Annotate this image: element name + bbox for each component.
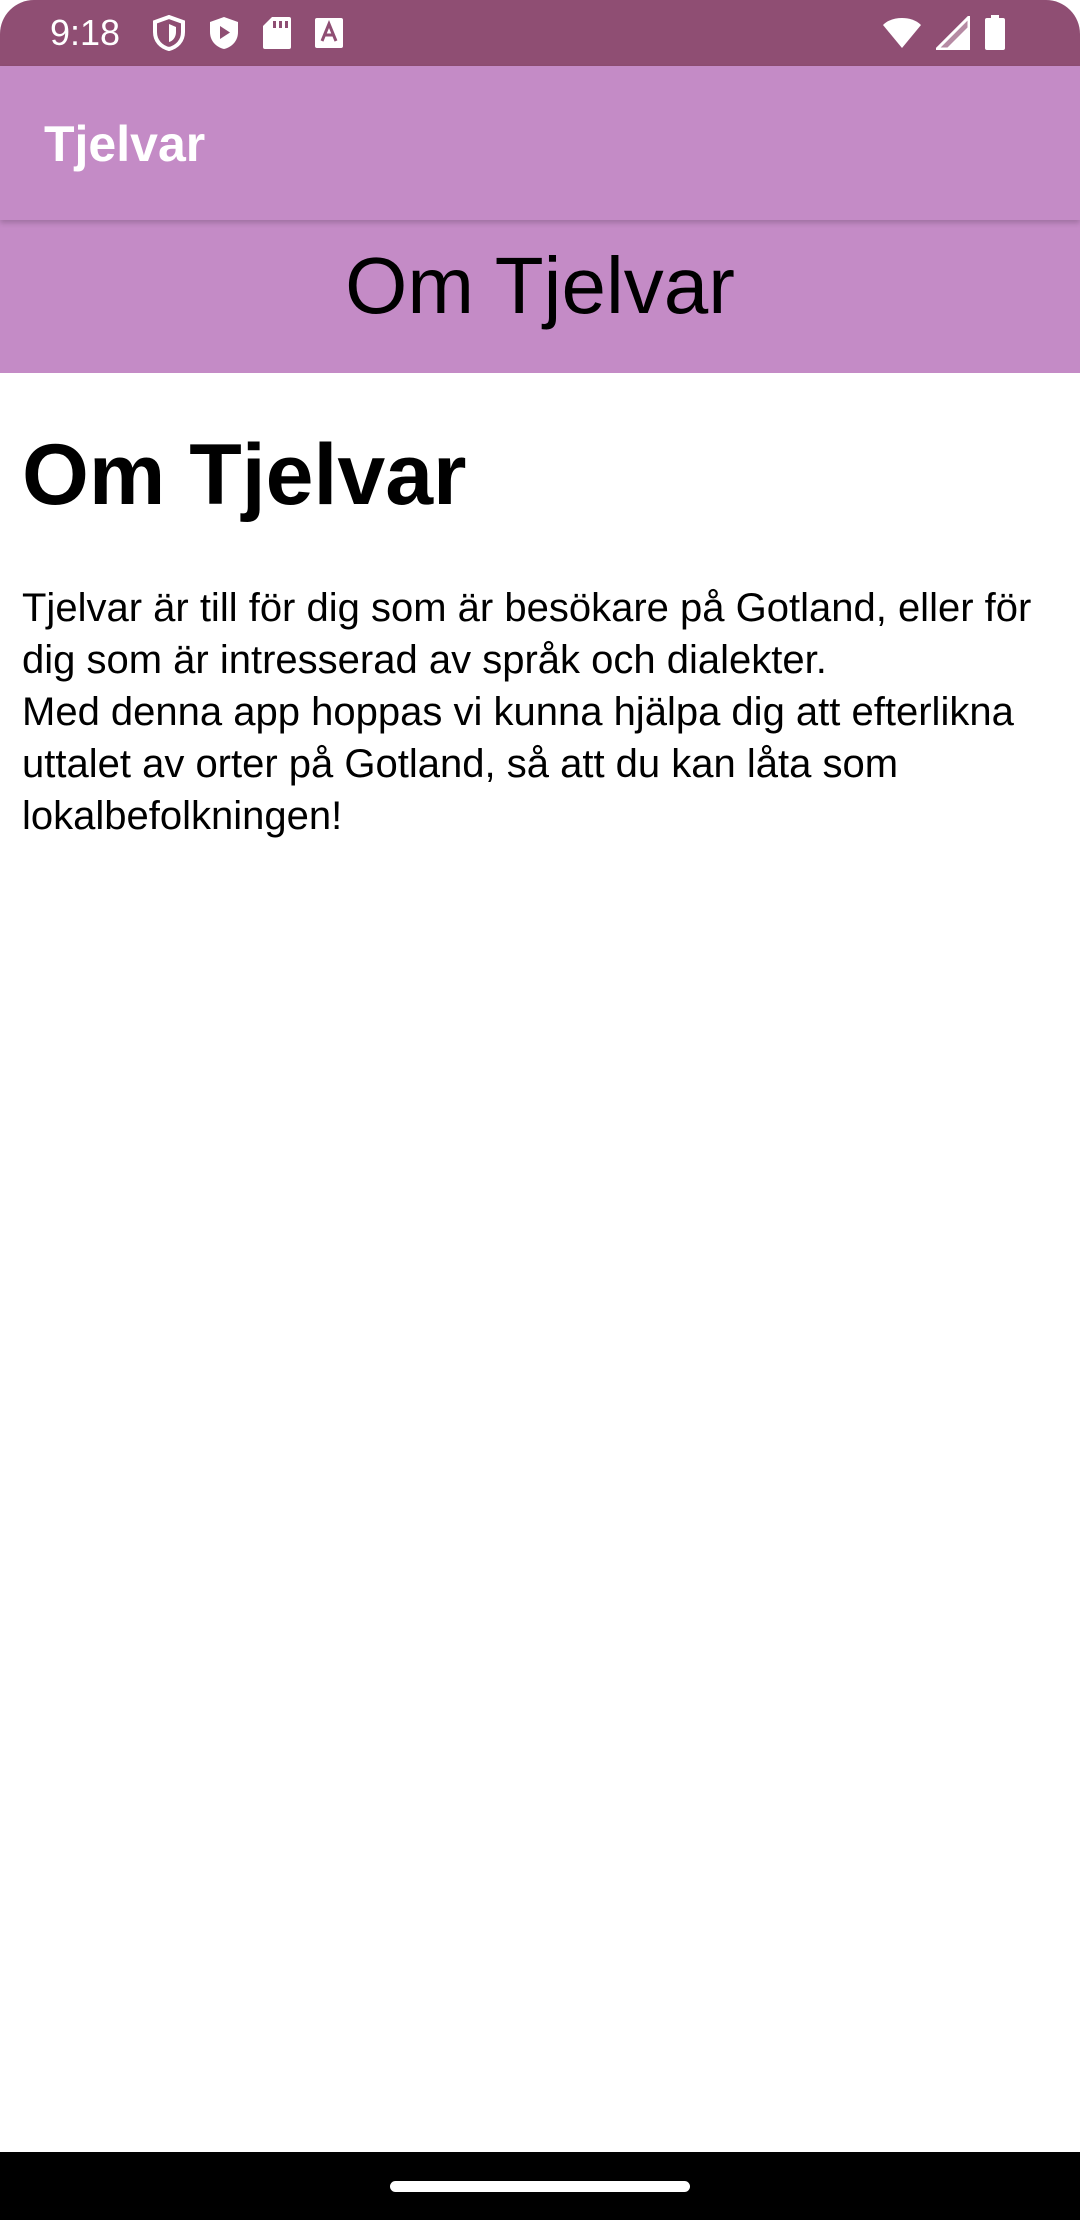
status-notification-icons (152, 15, 344, 51)
banner-title: Om Tjelvar (345, 241, 735, 330)
about-content: Om Tjelvar Tjelvar är till för dig som ä… (22, 420, 1052, 842)
app-bar: Tjelvar (0, 66, 1080, 220)
play-shield-icon (208, 15, 240, 51)
content-paragraph-purpose: Med denna app hoppas vi kunna hjälpa dig… (22, 690, 1014, 838)
status-bar: 9:18 (0, 0, 1080, 66)
signal-icon (936, 16, 970, 50)
status-time: 9:18 (50, 12, 121, 53)
shield-icon (152, 15, 186, 51)
sd-card-icon (262, 16, 292, 50)
status-system-icons (882, 14, 1006, 52)
content-paragraph-intro: Tjelvar är till för dig som är besökare … (22, 586, 1032, 682)
content-body: Tjelvar är till för dig som är besökare … (22, 582, 1052, 842)
content-heading: Om Tjelvar (22, 427, 467, 523)
font-a-icon (314, 17, 344, 49)
app-title: Tjelvar (44, 116, 206, 172)
wifi-icon (882, 17, 922, 49)
home-gesture-handle[interactable] (390, 2181, 690, 2192)
page-banner: Om Tjelvar (0, 220, 1080, 373)
navigation-bar (0, 2152, 1080, 2220)
battery-icon (984, 15, 1006, 51)
screen: 9:18 Tjelvar Om Tjelvar Om Tjelvar Tjelv… (0, 0, 1080, 2220)
